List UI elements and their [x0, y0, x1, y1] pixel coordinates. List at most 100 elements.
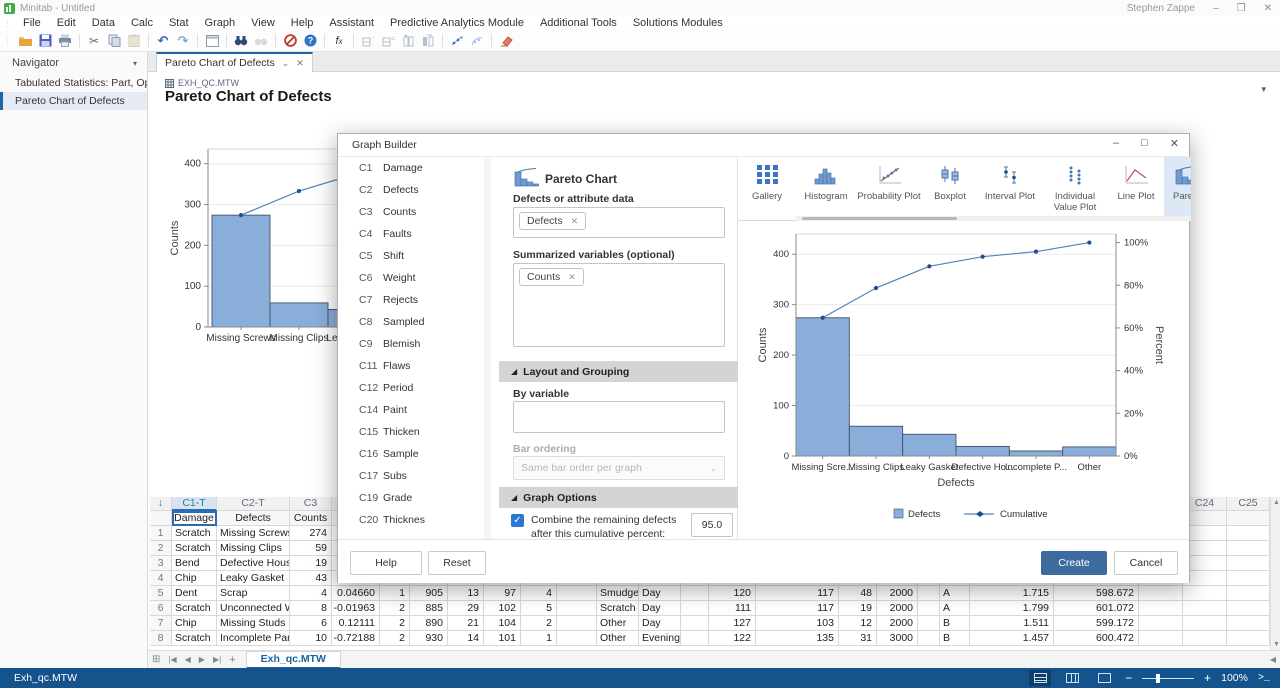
save-icon[interactable] [36, 32, 54, 50]
cell[interactable]: 1 [380, 586, 410, 601]
tab-close-icon[interactable]: ✕ [296, 58, 304, 69]
cell[interactable]: Scratch [172, 526, 217, 541]
close-icon[interactable]: ✕ [1264, 3, 1272, 14]
cell[interactable]: 13 [448, 586, 484, 601]
menu-edit[interactable]: Edit [49, 17, 84, 29]
menu-data[interactable]: Data [84, 17, 123, 29]
navigator-item-pareto-chart-of-defects[interactable]: Pareto Chart of Defects [0, 92, 147, 110]
menu-assistant[interactable]: Assistant [321, 17, 382, 29]
cell[interactable] [557, 601, 597, 616]
sheet-tab-exh-qc[interactable]: Exh_qc.MTW [246, 651, 341, 669]
cell[interactable] [1183, 616, 1227, 631]
cell[interactable] [918, 631, 940, 646]
cell[interactable]: Missing Screws [217, 526, 290, 541]
cell[interactable]: -0.72188 [332, 631, 380, 646]
column-list-scrollbar[interactable] [484, 157, 491, 539]
cell[interactable] [1183, 601, 1227, 616]
erase-icon[interactable] [497, 32, 515, 50]
cell[interactable]: 102 [484, 601, 521, 616]
tab-dropdown-icon[interactable]: ⌄ [282, 58, 290, 69]
row-number[interactable]: 4 [150, 571, 172, 586]
cell[interactable] [1139, 616, 1183, 631]
section-layout-and-grouping[interactable]: ◢ Layout and Grouping [499, 361, 738, 382]
row-number[interactable]: 5 [150, 586, 172, 601]
zoom-in-icon[interactable]: + [1204, 671, 1211, 685]
scroll-down-icon[interactable]: ▼ [1273, 641, 1280, 648]
column-item-c16[interactable]: C16Sample [338, 443, 490, 465]
cell[interactable]: 5 [521, 601, 557, 616]
cell[interactable]: 4 [521, 586, 557, 601]
cell[interactable]: 599.172 [1054, 616, 1139, 631]
navigator-caret-icon[interactable]: ▾ [133, 59, 137, 68]
copy-icon[interactable] [105, 32, 123, 50]
cell[interactable]: Missing Studs [217, 616, 290, 631]
cell[interactable] [1227, 616, 1270, 631]
column-item-c9[interactable]: C9Blemish [338, 333, 490, 355]
column-item-c11[interactable]: C11Flaws [338, 355, 490, 377]
column-item-c1[interactable]: C1Damage [338, 157, 490, 179]
cell[interactable]: 117 [756, 586, 839, 601]
row-number[interactable]: 7 [150, 616, 172, 631]
column-item-c19[interactable]: C19Grade [338, 487, 490, 509]
cell[interactable]: 97 [484, 586, 521, 601]
dialog-minimize-icon[interactable]: – [1113, 137, 1119, 150]
cell[interactable] [918, 601, 940, 616]
single-view-icon[interactable] [1093, 670, 1115, 686]
cell[interactable]: 274 [290, 526, 332, 541]
column-item-c3[interactable]: C3Counts [338, 201, 490, 223]
cell[interactable]: 19 [839, 601, 877, 616]
remove-defects-chip-icon[interactable]: ✕ [571, 216, 579, 227]
cell[interactable] [1227, 541, 1270, 556]
cell[interactable] [1139, 601, 1183, 616]
cell[interactable]: Incomplete Part [217, 631, 290, 646]
tab-pareto-chart-of-defects[interactable]: Pareto Chart of Defects ⌄ ✕ [156, 52, 313, 72]
paste-icon[interactable] [125, 32, 143, 50]
cell[interactable]: 601.072 [1054, 601, 1139, 616]
cell[interactable] [1227, 601, 1270, 616]
data-view-icon[interactable] [1029, 670, 1051, 686]
cell[interactable]: 1.511 [970, 616, 1054, 631]
cell[interactable] [681, 631, 709, 646]
cut-icon[interactable]: ✂ [85, 32, 103, 50]
reset-button[interactable]: Reset [428, 551, 486, 575]
formula-icon[interactable]: fx [330, 32, 348, 50]
gallery-item-interval-plot[interactable]: Interval Plot [978, 157, 1042, 220]
redo-icon[interactable]: ↷ [174, 32, 192, 50]
dialog-title-bar[interactable]: Graph Builder – □ ✕ [338, 134, 1189, 157]
cell[interactable]: 14 [448, 631, 484, 646]
cell[interactable]: 135 [756, 631, 839, 646]
cell[interactable]: 104 [484, 616, 521, 631]
tab-scroll-left-icon[interactable]: ◀ [1270, 655, 1276, 664]
cell[interactable]: 103 [756, 616, 839, 631]
cell[interactable]: 111 [709, 601, 756, 616]
cell[interactable]: Scratch [172, 541, 217, 556]
brush-icon[interactable] [448, 32, 466, 50]
dialog-close-icon[interactable]: ✕ [1170, 137, 1179, 150]
cell[interactable]: 101 [484, 631, 521, 646]
help-icon[interactable]: ? [301, 32, 319, 50]
defects-field[interactable]: Defects✕ [513, 207, 725, 238]
cell[interactable]: 48 [839, 586, 877, 601]
cell[interactable]: Defective Housi [217, 556, 290, 571]
cell[interactable]: 0.12111 [332, 616, 380, 631]
cell[interactable]: Day [639, 586, 681, 601]
menu-additional-tools[interactable]: Additional Tools [532, 17, 625, 29]
cell[interactable]: 43 [290, 571, 332, 586]
column-item-c14[interactable]: C14Paint [338, 399, 490, 421]
column-item-c4[interactable]: C4Faults [338, 223, 490, 245]
cell[interactable]: 127 [709, 616, 756, 631]
cell[interactable]: Chip [172, 616, 217, 631]
table-corner-arrow-icon[interactable]: ↓ [150, 497, 172, 511]
cell[interactable]: 1.715 [970, 586, 1054, 601]
cell[interactable]: A [940, 586, 970, 601]
cell[interactable] [918, 616, 940, 631]
cell[interactable]: 10 [290, 631, 332, 646]
cell[interactable]: Smudge [597, 586, 639, 601]
menu-predictive-analytics-module[interactable]: Predictive Analytics Module [382, 17, 532, 29]
cell[interactable]: Other [597, 631, 639, 646]
cell[interactable]: B [940, 616, 970, 631]
row-number[interactable]: 1 [150, 526, 172, 541]
cell[interactable]: 1.457 [970, 631, 1054, 646]
stop-icon[interactable] [281, 32, 299, 50]
defects-chip[interactable]: Defects✕ [519, 212, 586, 230]
